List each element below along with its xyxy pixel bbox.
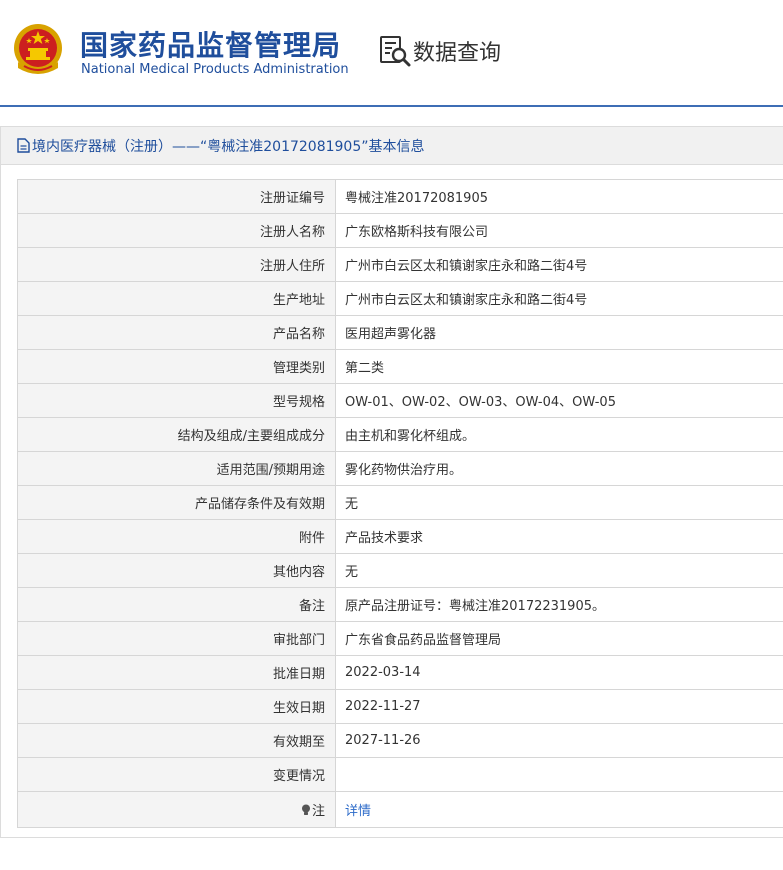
header-divider — [0, 105, 783, 107]
lightbulb-icon — [301, 804, 310, 815]
data-query-link[interactable]: 数据查询 — [378, 34, 501, 68]
field-value: 广州市白云区太和镇谢家庄永和路二街4号 — [335, 247, 783, 282]
table-row: 备注 原产品注册证号：粤械注准20172231905。 — [17, 587, 783, 622]
data-query-label: 数据查询 — [413, 41, 502, 66]
table-row: 有效期至 2027-11-26 — [17, 723, 783, 758]
detail-panel: 境内医疗器械（注册）——“粤械注准20172081905”基本信息 注册证编号粤… — [0, 126, 783, 838]
field-label: 审批部门 — [17, 621, 336, 656]
table-row: 产品储存条件及有效期无 — [17, 485, 783, 520]
field-label: 附件 — [17, 519, 336, 554]
field-label: 备注 — [17, 587, 336, 622]
details-link[interactable]: 详情 — [345, 804, 371, 819]
table-row: 审批部门 广东省食品药品监督管理局 — [17, 621, 783, 656]
field-value: 原产品注册证号：粤械注准20172231905。 — [335, 587, 783, 622]
field-label: 产品储存条件及有效期 — [17, 485, 336, 520]
note-row: 注 详情 — [17, 791, 783, 828]
table-row: 注册证编号 粤械注准20172081905 — [17, 179, 783, 214]
national-emblem-icon — [14, 24, 62, 74]
field-value: 广东省食品药品监督管理局 — [335, 621, 783, 656]
table-row: 生效日期 2022-11-27 — [17, 689, 783, 724]
table-row: 注册人住所 广州市白云区太和镇谢家庄永和路二街4号 — [17, 247, 783, 282]
field-label: 批准日期 — [17, 655, 336, 690]
field-label: 管理类别 — [17, 349, 336, 384]
table-row: 生产地址 广州市白云区太和镇谢家庄永和路二街4号 — [17, 281, 783, 316]
field-value: 广东欧格斯科技有限公司 — [335, 213, 783, 248]
document-search-icon — [380, 36, 411, 67]
field-label: 注册人住所 — [17, 247, 336, 282]
field-label: 变更情况 — [17, 757, 336, 792]
field-label: 生产地址 — [17, 281, 336, 316]
field-value: 由主机和雾化杯组成。 — [335, 417, 783, 452]
document-icon — [17, 138, 30, 153]
table-row: 其他内容无 — [17, 553, 783, 588]
field-value: 2027-11-26 — [335, 723, 783, 758]
field-label: 其他内容 — [17, 553, 336, 588]
field-value: 第二类 — [335, 349, 783, 384]
table-row: 批准日期 2022-03-14 — [17, 655, 783, 690]
field-value: 医用超声雾化器 — [335, 315, 783, 350]
note-label-cell: 注 — [17, 791, 336, 828]
field-value: 无 — [335, 485, 783, 520]
table-row: 变更情况 — [17, 757, 783, 792]
site-header: 国家药品监督管理局 National Medical Products Admi… — [0, 0, 783, 107]
registration-info-table: 注册证编号 粤械注准20172081905 注册人名称 广东欧格斯科技有限公司 注册… — [17, 179, 783, 828]
field-value: 2022-11-27 — [335, 689, 783, 724]
field-label: 注册人名称 — [17, 213, 336, 248]
field-label: 结构及组成/主要组成成分 — [17, 417, 336, 452]
table-row: 适用范围/预期用途 雾化药物供治疗用。 — [17, 451, 783, 486]
note-label: 注 — [311, 804, 325, 819]
field-label: 产品名称 — [17, 315, 336, 350]
table-row: 注册人名称 广东欧格斯科技有限公司 — [17, 213, 783, 248]
field-label: 有效期至 — [17, 723, 336, 758]
field-label: 型号规格 — [17, 383, 336, 418]
table-row: 型号规格 OW-01、OW-02、OW-03、OW-04、OW-05 — [17, 383, 783, 418]
field-label: 适用范围/预期用途 — [17, 451, 336, 486]
field-value — [335, 757, 783, 792]
field-value: 无 — [335, 553, 783, 588]
field-value: 产品技术要求 — [335, 519, 783, 554]
field-value: 广州市白云区太和镇谢家庄永和路二街4号 — [335, 281, 783, 316]
field-value: 雾化药物供治疗用。 — [335, 451, 783, 486]
field-label: 注册证编号 — [17, 179, 336, 214]
table-row: 管理类别 第二类 — [17, 349, 783, 384]
note-value-cell: 详情 — [335, 791, 783, 828]
panel-title-bar: 境内医疗器械（注册）——“粤械注准20172081905”基本信息 — [1, 127, 783, 165]
field-value: 粤械注准20172081905 — [335, 179, 783, 214]
field-value: 2022-03-14 — [335, 655, 783, 690]
table-row: 附件 产品技术要求 — [17, 519, 783, 554]
org-name-en: National Medical Products Administration — [81, 62, 349, 77]
field-label: 生效日期 — [17, 689, 336, 724]
field-value: OW-01、OW-02、OW-03、OW-04、OW-05 — [335, 383, 783, 418]
panel-title: 境内医疗器械（注册）——“粤械注准20172081905”基本信息 — [32, 138, 425, 155]
org-name-cn: 国家药品监督管理局 — [80, 29, 342, 62]
table-row: 产品名称 医用超声雾化器 — [17, 315, 783, 350]
table-row: 结构及组成/主要组成成分 由主机和雾化杯组成。 — [17, 417, 783, 452]
